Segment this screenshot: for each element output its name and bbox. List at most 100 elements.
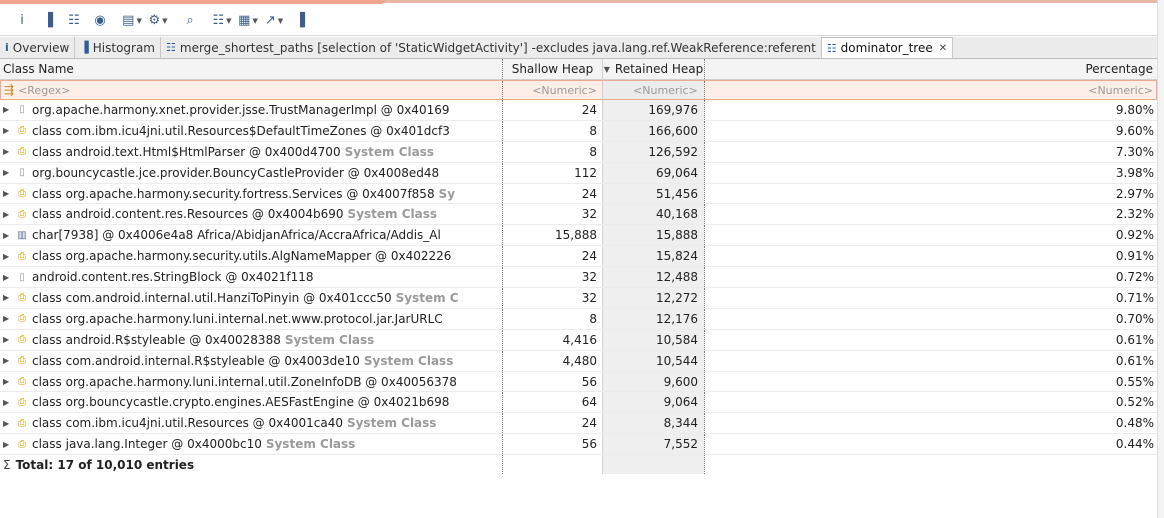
class-name-cell: ▶ ⎙ class android.content.res.Resources @ … xyxy=(0,204,502,224)
class-object-icon: ⎙ xyxy=(18,376,26,388)
system-class-label: System Class xyxy=(265,437,356,452)
table-row[interactable]: ▶ ⎙ class com.ibm.icu4jni.util.Resources$D… xyxy=(0,120,1157,142)
table-row[interactable]: ▶ ▯ org.bouncycastle.jce.provider.BouncyCa… xyxy=(0,162,1157,184)
object-name: class com.android.internal.util.HanziToP… xyxy=(32,290,392,305)
table-row[interactable]: ▶ ▯ android.content.res.StringBlock @ 0x40… xyxy=(0,267,1157,289)
percentage-filter-input[interactable]: <Numeric> xyxy=(703,81,1156,99)
class-name-cell: ▶ ▯ org.apache.harmony.xnet.provider.jsse.… xyxy=(0,100,502,120)
expand-arrow-icon[interactable]: ▶ xyxy=(3,168,15,177)
table-row[interactable]: ▶ ⎙ class org.apache.harmony.luni.internal… xyxy=(0,371,1157,393)
table-header: Class Name Shallow Heap ▼ Retained Heap … xyxy=(0,59,1157,80)
shallow-heap-cell: 15,888 xyxy=(502,225,602,246)
shallow-heap-cell: 24 xyxy=(502,246,602,267)
percentage-cell: 0.70% xyxy=(704,308,1157,329)
class-object-icon: ⎙ xyxy=(18,125,26,137)
shallow-heap-cell: 64 xyxy=(502,392,602,413)
columns-button[interactable]: ▦ ▼ xyxy=(238,10,258,32)
table-row[interactable]: ▶ ⎙ class com.ibm.icu4jni.util.Resources @… xyxy=(0,413,1157,435)
table-row[interactable]: ▶ ⎙ class org.apache.harmony.security.fort… xyxy=(0,183,1157,205)
tab-histogram[interactable]: ▐ Histogram xyxy=(75,37,161,58)
percentage-cell: 7.30% xyxy=(704,141,1157,162)
table-row[interactable]: ▶ ⎙ class android.R$styleable @ 0x40028388… xyxy=(0,329,1157,351)
shallow-heap-filter-input[interactable]: <Numeric> xyxy=(502,81,602,99)
tab-dominator-tree[interactable]: ☷ dominator_tree ✕ xyxy=(821,37,954,58)
total-label: Total: 17 of 10,010 entries xyxy=(15,457,195,472)
percentage-cell: 9.60% xyxy=(704,120,1157,141)
expand-arrow-icon[interactable]: ▶ xyxy=(3,147,15,156)
table-row[interactable]: ▶ ⎙ class org.apache.harmony.luni.internal… xyxy=(0,308,1157,330)
column-header-shallow-heap[interactable]: Shallow Heap xyxy=(502,59,602,79)
percentage-cell: 0.61% xyxy=(704,329,1157,350)
object-name: class com.android.internal.R$styleable @… xyxy=(32,353,360,368)
tab-overview[interactable]: i Overview xyxy=(0,37,76,58)
expand-arrow-icon[interactable]: ▶ xyxy=(3,252,15,261)
table-row[interactable]: ▶ ⎙ class android.text.Html$HtmlParser @ 0… xyxy=(0,141,1157,163)
group-by-icon: ☷ xyxy=(212,13,225,28)
class-object-icon: ⎙ xyxy=(18,313,26,325)
regex-filter-input[interactable]: ⇶ <Regex> xyxy=(1,81,502,99)
search-button[interactable]: ⌕ xyxy=(180,10,200,32)
object-name: char[7938] @ 0x4006e4a8 Africa/AbidjanAf… xyxy=(32,228,441,243)
class-object-icon: ⎙ xyxy=(18,438,26,450)
group-by-button[interactable]: ☷ ▼ xyxy=(212,10,232,32)
expand-arrow-icon[interactable]: ▶ xyxy=(3,293,15,302)
shallow-heap-cell: 4,480 xyxy=(502,350,602,371)
export-button[interactable]: ↗ ▼ xyxy=(264,10,284,32)
instance-object-icon: ▯ xyxy=(19,104,25,116)
table-row[interactable]: ▶ ⎙ class com.android.internal.util.HanziT… xyxy=(0,288,1157,309)
close-tab-icon[interactable]: ✕ xyxy=(939,43,947,54)
table-row[interactable]: ▶ ⎙ class org.apache.harmony.security.util… xyxy=(0,246,1157,268)
sql-query-button[interactable]: ◉ xyxy=(90,10,110,32)
expand-arrow-icon[interactable]: ▶ xyxy=(3,377,15,386)
expand-arrow-icon[interactable]: ▶ xyxy=(3,335,15,344)
expand-arrow-icon[interactable]: ▶ xyxy=(3,189,15,198)
shallow-heap-cell: 56 xyxy=(502,434,602,455)
shallow-heap-cell: 32 xyxy=(502,204,602,225)
class-name-cell: ▶ ⎙ class com.ibm.icu4jni.util.Resources @… xyxy=(0,413,502,433)
histogram-button[interactable]: ▐ xyxy=(38,10,58,32)
toolbar: i ▐ ☷ ◉ ▤ ▼ ⚙ ▼ ⌕ ☷ ▼ ▦ ▼ ↗ ▼ ▐ xyxy=(0,6,1157,36)
retained-heap-cell: 166,600 xyxy=(602,120,704,141)
column-header-class-name[interactable]: Class Name xyxy=(0,59,502,79)
report-button[interactable]: ▤ ▼ xyxy=(122,10,142,32)
system-class-label: System Class xyxy=(344,144,435,159)
expand-arrow-icon[interactable]: ▶ xyxy=(3,398,15,407)
class-name-cell: ▶ ▯ org.bouncycastle.jce.provider.BouncyCa… xyxy=(0,163,502,183)
table-row[interactable]: ▶ ⎙ class java.lang.Integer @ 0x4000bc10 Sy… xyxy=(0,434,1157,456)
instance-object-icon: ▯ xyxy=(19,167,25,179)
class-name-cell: ▶ ⎙ class org.apache.harmony.luni.internal… xyxy=(0,372,502,392)
table-row[interactable]: ▶ ▯ org.apache.harmony.xnet.provider.jsse.… xyxy=(0,100,1157,121)
percentage-cell: 9.80% xyxy=(704,100,1157,120)
expand-arrow-icon[interactable]: ▶ xyxy=(3,419,15,428)
calculate-retained-button[interactable]: ▐ xyxy=(290,10,310,32)
export-icon: ↗ xyxy=(264,13,276,28)
class-object-icon: ⎙ xyxy=(18,146,26,158)
expand-arrow-icon[interactable]: ▶ xyxy=(3,273,15,282)
table-row[interactable]: ▶ ⎙ class org.bouncycastle.crypto.engines.… xyxy=(0,392,1157,414)
expand-arrow-icon[interactable]: ▶ xyxy=(3,356,15,365)
info-button[interactable]: i xyxy=(12,10,32,32)
column-header-percentage[interactable]: Percentage xyxy=(704,59,1157,79)
percentage-cell: 0.48% xyxy=(704,413,1157,434)
retained-heap-cell: 10,544 xyxy=(602,350,704,371)
expand-arrow-icon[interactable]: ▶ xyxy=(3,231,15,240)
retained-heap-filter-input[interactable]: <Numeric> xyxy=(601,81,704,99)
column-header-retained-heap[interactable]: ▼ Retained Heap xyxy=(602,59,704,79)
tab-icon: ▐ xyxy=(80,41,89,54)
expand-arrow-icon[interactable]: ▶ xyxy=(3,440,15,449)
expand-arrow-icon[interactable]: ▶ xyxy=(3,314,15,323)
column-header-retained-heap-label: Retained Heap xyxy=(614,62,704,76)
table-row[interactable]: ▶ ⎙ class com.android.internal.R$styleable… xyxy=(0,350,1157,372)
tab-merge-shortest-paths[interactable]: ☷ merge_shortest_paths [selection of 'Sta… xyxy=(161,37,822,58)
tab-label: Overview xyxy=(12,40,70,55)
expand-arrow-icon[interactable]: ▶ xyxy=(3,105,15,114)
table-row[interactable]: ▶ ⎙ class android.content.res.Resources @ … xyxy=(0,204,1157,226)
heap-dump-button[interactable]: ⚙ ▼ xyxy=(148,10,168,32)
table-row[interactable]: ▶ ▥ char[7938] @ 0x4006e4a8 Africa/Abidjan… xyxy=(0,225,1157,247)
dominator-tree-button[interactable]: ☷ xyxy=(64,10,84,32)
expand-arrow-icon[interactable]: ▶ xyxy=(3,210,15,219)
percentage-cell: 2.97% xyxy=(704,183,1157,204)
chevron-down-icon: ▼ xyxy=(252,16,258,25)
instance-object-icon: ▯ xyxy=(19,271,25,283)
expand-arrow-icon[interactable]: ▶ xyxy=(3,126,15,135)
